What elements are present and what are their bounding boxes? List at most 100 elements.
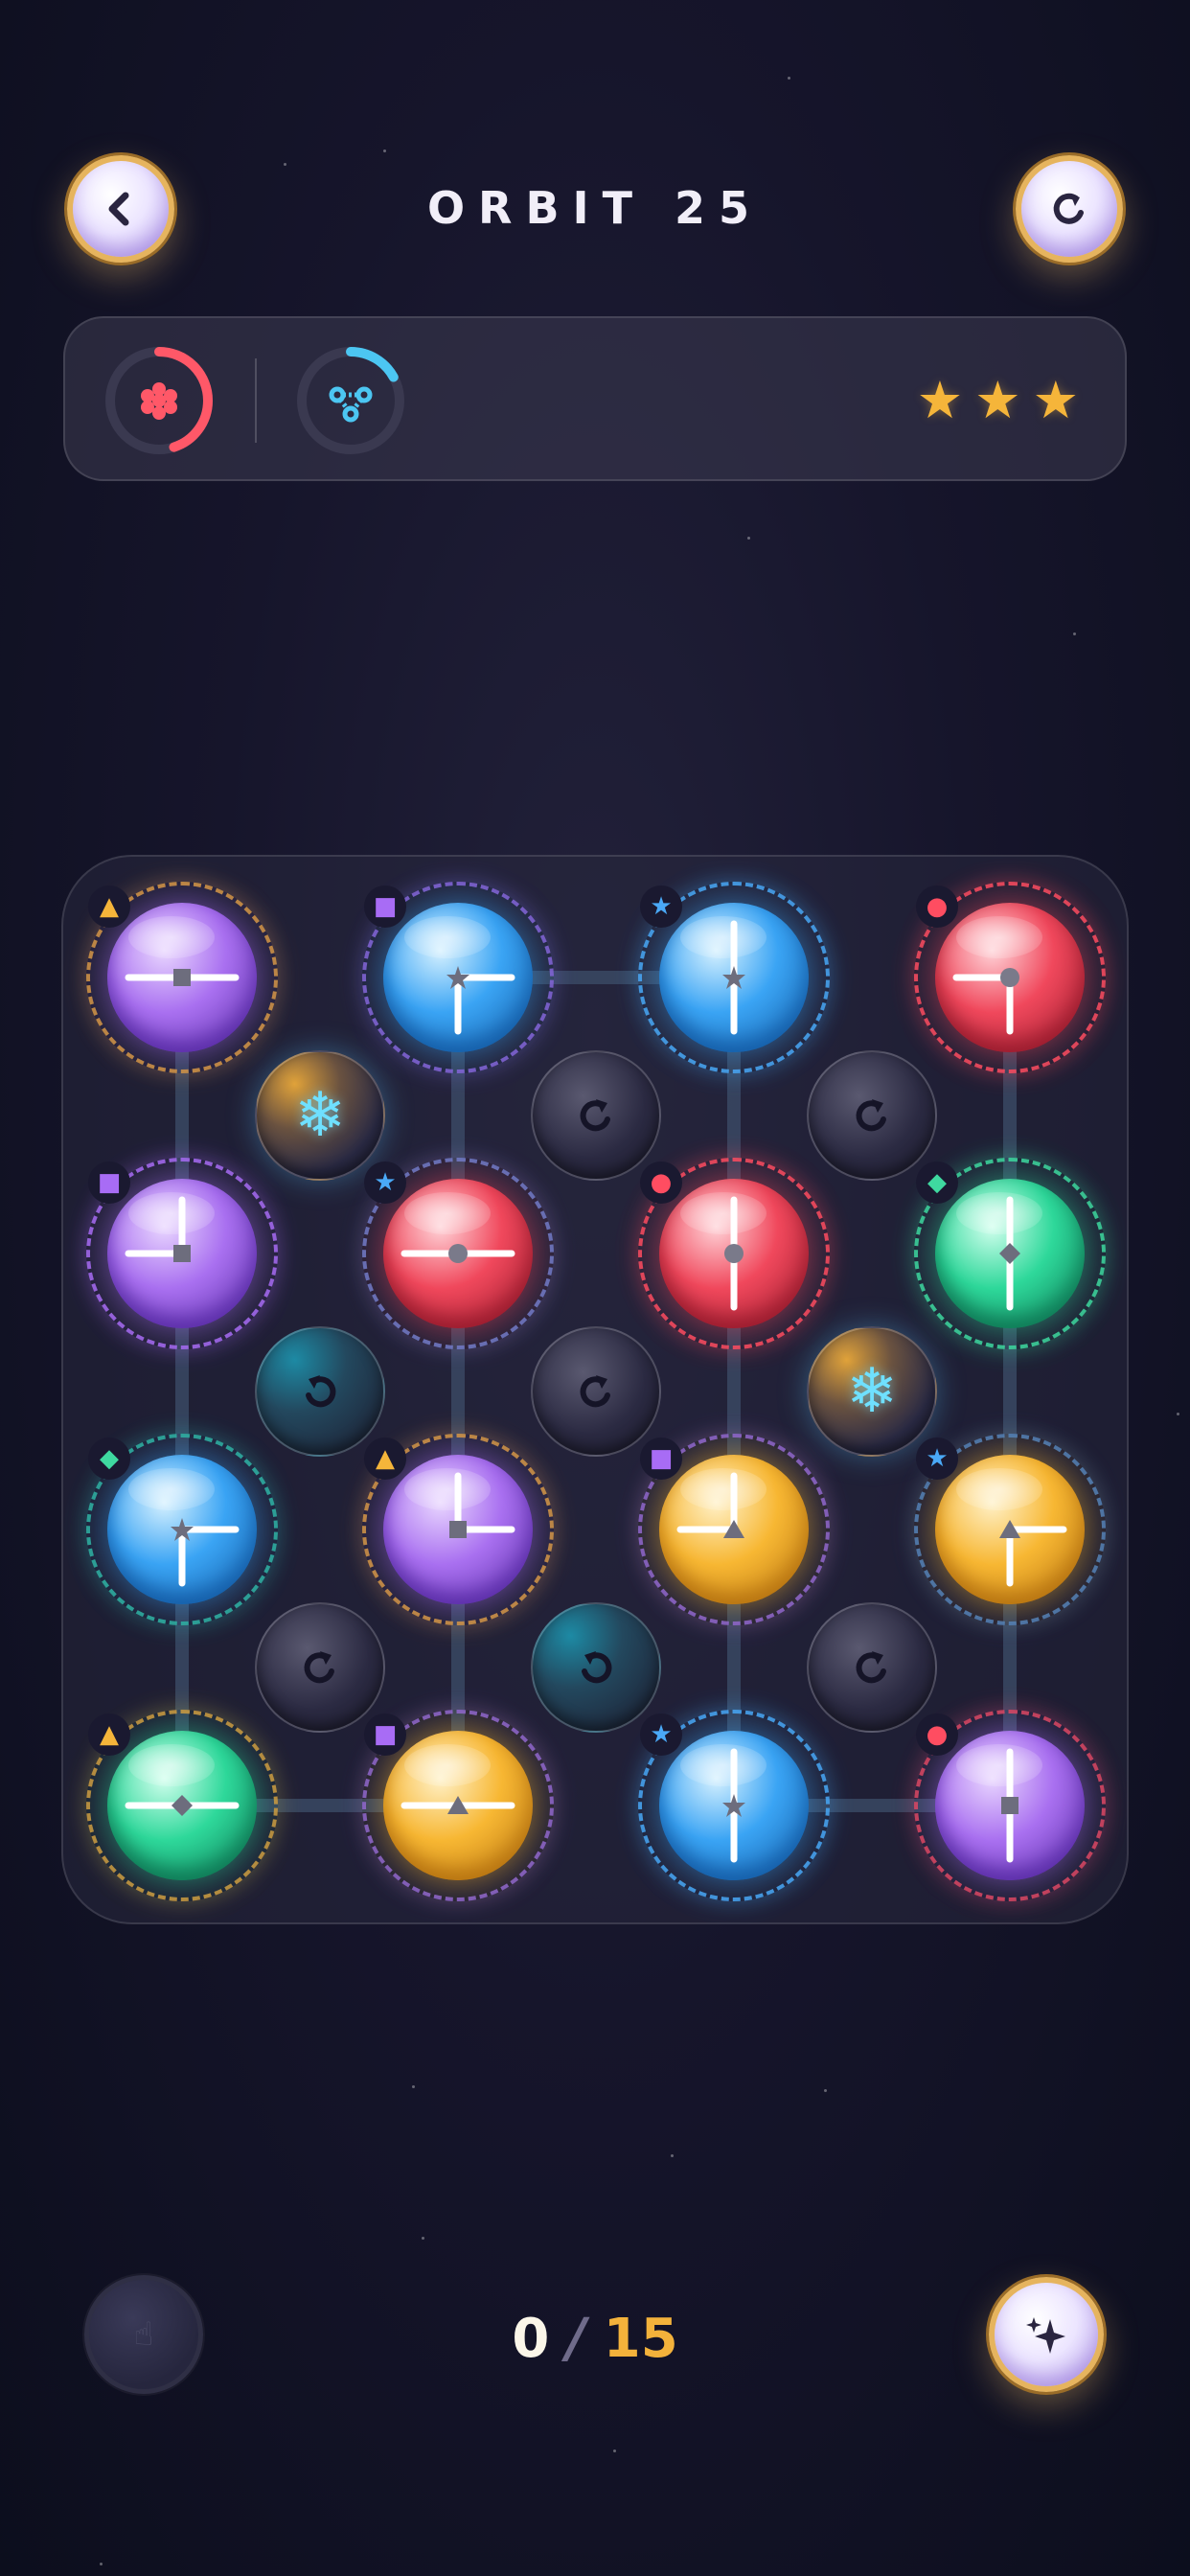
star-icon: ★ — [974, 370, 1021, 430]
orb-badge-icon: ◆ — [916, 1162, 958, 1204]
orb-red[interactable]: ● — [638, 1158, 830, 1349]
orb-badge-icon: ● — [640, 1162, 682, 1204]
background-star — [1177, 1413, 1179, 1415]
star-icon: ★ — [1032, 370, 1079, 430]
orb-red[interactable]: ★ — [362, 1158, 554, 1349]
orb-sphere — [383, 1455, 533, 1604]
rotate-cw-icon — [580, 1099, 610, 1132]
orb-blue[interactable]: ◆ — [86, 1434, 278, 1625]
orb-hands — [724, 1196, 744, 1311]
rotate-cw-icon — [856, 1099, 886, 1132]
background-star — [422, 2237, 424, 2240]
orb-green[interactable]: ▲ — [86, 1710, 278, 1901]
magic-button[interactable] — [989, 2277, 1104, 2392]
orb-blue[interactable]: ■ — [362, 882, 554, 1073]
orb-sphere — [107, 1731, 257, 1880]
moves-max: 15 — [603, 2308, 678, 2370]
restart-icon — [1053, 193, 1084, 224]
background-star — [788, 77, 790, 80]
orb-sphere — [659, 1179, 809, 1328]
background-star — [824, 2089, 827, 2092]
orb-badge-icon: ★ — [640, 886, 682, 928]
orb-yellow[interactable]: ★ — [914, 1434, 1106, 1625]
orb-red[interactable]: ● — [914, 882, 1106, 1073]
orb-hands — [171, 1518, 240, 1587]
goal-cyan-network — [295, 345, 406, 456]
background-star — [383, 150, 386, 152]
orb-hands — [400, 1244, 515, 1263]
orb-hands — [125, 1795, 240, 1816]
orb-sphere — [383, 903, 533, 1052]
orb-sphere — [107, 1455, 257, 1604]
orb-green[interactable]: ◆ — [914, 1158, 1106, 1349]
rotate-cw-icon — [304, 1651, 334, 1684]
snowflake-icon: ❄ — [846, 1356, 898, 1427]
sparkle-icon — [1026, 2317, 1065, 2354]
background-star — [412, 2085, 415, 2088]
orb-purple[interactable]: ● — [914, 1710, 1106, 1901]
snowflake-icon: ❄ — [294, 1080, 346, 1151]
orb-hands — [449, 1472, 515, 1538]
orb-hands — [125, 969, 240, 986]
orb-hands — [999, 1196, 1020, 1311]
rotate-cw-icon — [856, 1651, 886, 1684]
rotate-cw-icon — [580, 1375, 610, 1408]
orb-sphere — [935, 1455, 1085, 1604]
orb-sphere — [659, 903, 809, 1052]
background-star — [671, 2154, 674, 2157]
orb-hands — [1001, 1748, 1018, 1863]
orb-hands — [952, 968, 1019, 1035]
orb-badge-icon: ▲ — [88, 886, 130, 928]
rotate-ccw-icon — [306, 1375, 336, 1408]
orb-badge-icon: ◆ — [88, 1438, 130, 1480]
orb-sphere — [935, 1731, 1085, 1880]
level-title: ORBIT 25 — [426, 182, 764, 234]
background-star — [100, 2563, 103, 2565]
orb-sphere — [107, 903, 257, 1052]
orb-blue[interactable]: ★ — [638, 1710, 830, 1901]
orb-sphere — [383, 1179, 533, 1328]
background-star — [1073, 632, 1076, 635]
orb-sphere — [659, 1731, 809, 1880]
moves-current: 0 — [512, 2308, 550, 2370]
orb-hands — [722, 1748, 745, 1863]
background-star — [613, 2450, 616, 2452]
rotate-ccw-icon — [582, 1651, 612, 1684]
orb-purple[interactable]: ▲ — [362, 1434, 554, 1625]
game-board: ❄ ❄ ▲ ■ ★ ● ■ ★ ● ◆ ◆ ▲ ■ ★ ▲ ■ ★ ● — [61, 855, 1129, 1924]
orb-badge-icon: ■ — [364, 886, 406, 928]
orb-sphere — [935, 1179, 1085, 1328]
orb-badge-icon: ■ — [364, 1714, 406, 1756]
orb-badge-icon: ▲ — [88, 1714, 130, 1756]
level-stars: ★ ★ ★ — [917, 374, 1079, 427]
cyan-network-icon — [329, 386, 373, 423]
orb-badge-icon: ● — [916, 1714, 958, 1756]
orb-hands — [676, 1472, 744, 1538]
orb-badge-icon: ● — [916, 886, 958, 928]
orb-badge-icon: ★ — [916, 1438, 958, 1480]
orb-hands — [446, 966, 515, 1035]
star-icon: ★ — [916, 370, 964, 430]
orb-blue[interactable]: ★ — [638, 882, 830, 1073]
background-star — [284, 163, 286, 166]
red-cluster-icon — [141, 382, 177, 420]
moves-separator: / — [566, 2308, 586, 2370]
orb-yellow[interactable]: ■ — [362, 1710, 554, 1901]
orb-badge-icon: ■ — [640, 1438, 682, 1480]
orb-hands — [400, 1796, 515, 1814]
orb-sphere — [107, 1179, 257, 1328]
orb-yellow[interactable]: ■ — [638, 1434, 830, 1625]
orb-sphere — [935, 903, 1085, 1052]
orb-purple[interactable]: ▲ — [86, 882, 278, 1073]
goal-divider — [255, 358, 257, 443]
orb-hands — [722, 920, 745, 1035]
orb-badge-icon: ■ — [88, 1162, 130, 1204]
orb-hands — [125, 1196, 191, 1262]
restart-button[interactable] — [1016, 155, 1123, 263]
goals-panel: ★ ★ ★ — [63, 316, 1127, 481]
orb-badge-icon: ★ — [364, 1162, 406, 1204]
orb-badge-icon: ★ — [640, 1714, 682, 1756]
orb-sphere — [383, 1731, 533, 1880]
background-star — [747, 537, 750, 540]
orb-purple[interactable]: ■ — [86, 1158, 278, 1349]
